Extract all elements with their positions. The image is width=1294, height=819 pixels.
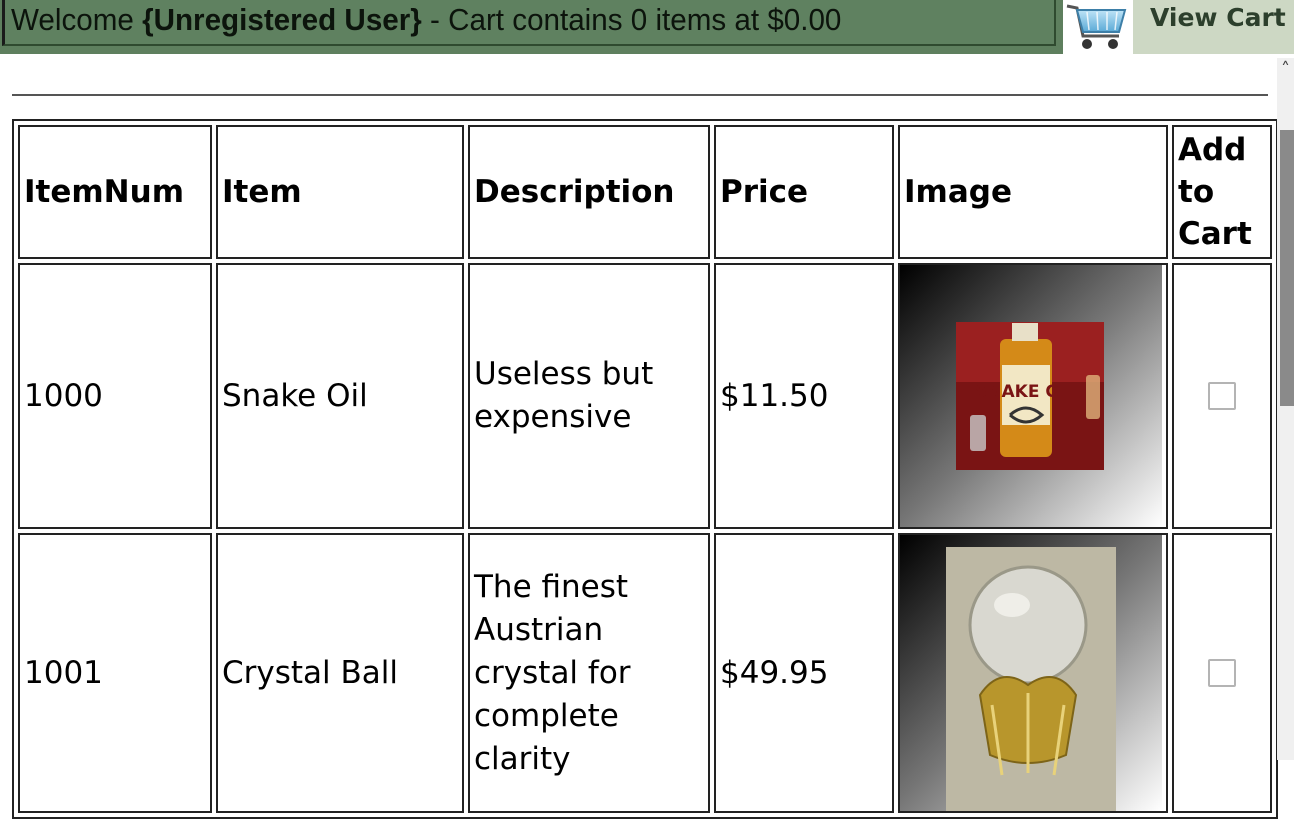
user-name: {Unregistered User} <box>142 2 422 37</box>
cell-image <box>898 533 1168 813</box>
product-image-snake-oil: SNAKE OIL <box>900 265 1162 527</box>
header-price: Price <box>714 125 894 259</box>
table-row: 1000 Snake Oil Useless but expensive $11… <box>18 263 1272 529</box>
cell-add-to-cart <box>1172 533 1272 813</box>
view-cart-link[interactable]: View Cart <box>1133 0 1294 54</box>
cell-description: The finest Austrian crystal for complete… <box>468 533 710 813</box>
header-image: Image <box>898 125 1168 259</box>
scroll-up-arrow-icon[interactable]: ˄ <box>1277 58 1294 82</box>
cell-description: Useless but expensive <box>468 263 710 529</box>
welcome-prefix: Welcome <box>11 2 143 37</box>
cell-itemnum: 1001 <box>18 533 212 813</box>
vertical-scrollbar[interactable]: ˄ <box>1277 58 1294 760</box>
add-to-cart-checkbox[interactable] <box>1208 659 1236 687</box>
product-image-crystal-ball <box>900 535 1162 811</box>
bottle-label: SNAKE OIL <box>975 382 1077 402</box>
cart-summary: - Cart contains 0 items at $0.00 <box>421 2 842 37</box>
scrollbar-thumb[interactable] <box>1280 130 1294 406</box>
header-item: Item <box>216 125 464 259</box>
shopping-cart-icon[interactable] <box>1063 0 1133 54</box>
cell-add-to-cart <box>1172 263 1272 529</box>
divider <box>12 94 1268 96</box>
cell-price: $11.50 <box>714 263 894 529</box>
table-row: 1001 Crystal Ball The finest Austrian cr… <box>18 533 1272 813</box>
welcome-banner: Welcome {Unregistered User} - Cart conta… <box>2 0 1056 46</box>
header-itemnum: ItemNum <box>18 125 212 259</box>
add-to-cart-checkbox[interactable] <box>1208 382 1236 410</box>
header-description: Description <box>468 125 710 259</box>
cell-item: Crystal Ball <box>216 533 464 813</box>
products-table: ItemNum Item Description Price Image Add… <box>12 119 1278 819</box>
top-bar: Welcome {Unregistered User} - Cart conta… <box>0 0 1294 54</box>
cell-item: Snake Oil <box>216 263 464 529</box>
cell-price: $49.95 <box>714 533 894 813</box>
table-header-row: ItemNum Item Description Price Image Add… <box>18 125 1272 259</box>
cell-image: SNAKE OIL <box>898 263 1168 529</box>
header-add-to-cart: Add to Cart <box>1172 125 1272 259</box>
cell-itemnum: 1000 <box>18 263 212 529</box>
